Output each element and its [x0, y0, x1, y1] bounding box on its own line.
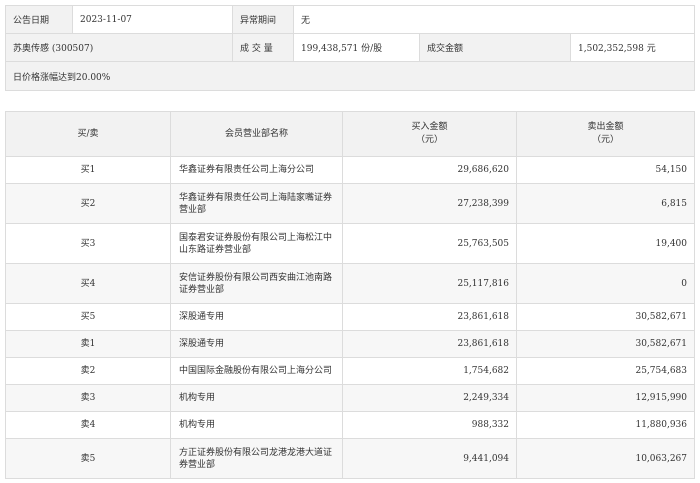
- summary-table: 公告日期 2023-11-07 异常期间 无 苏奥传感 (300507) 成 交…: [4, 5, 696, 91]
- row-buy-amount: 988,332: [342, 411, 517, 439]
- table-row: 卖4 机构专用 988,332 11,880,936: [5, 411, 695, 439]
- row-sell-amount: 6,815: [516, 183, 695, 224]
- row-broker: 华鑫证券有限责任公司上海陆家嘴证券营业部: [170, 183, 343, 224]
- row-sell-amount: 0: [516, 263, 695, 304]
- row-side: 买4: [5, 263, 171, 304]
- row-side: 买5: [5, 303, 171, 331]
- row-side: 卖4: [5, 411, 171, 439]
- abnormal-period-value: 无: [292, 5, 696, 34]
- row-side: 买2: [5, 183, 171, 224]
- row-broker: 机构专用: [170, 384, 343, 412]
- announce-date-label: 公告日期: [5, 5, 73, 34]
- row-sell-amount: 54,150: [516, 156, 695, 184]
- row-buy-amount: 27,238,399: [342, 183, 517, 224]
- row-sell-amount: 30,582,671: [516, 303, 695, 331]
- amount-value: 1,502,352,598 元: [569, 33, 696, 62]
- row-broker: 国泰君安证券股份有限公司上海松江中山东路证券营业部: [170, 223, 343, 264]
- row-side: 卖5: [5, 438, 171, 479]
- table-row: 买1 华鑫证券有限责任公司上海分公司 29,686,620 54,150: [5, 156, 695, 184]
- row-sell-amount: 30,582,671: [516, 330, 695, 358]
- row-buy-amount: 29,686,620: [342, 156, 517, 184]
- broker-table: 买/卖 会员营业部名称 买入金额 （元） 卖出金额 （元） 买1 华鑫证券有限责任公…: [5, 111, 695, 479]
- row-side: 卖1: [5, 330, 171, 358]
- row-buy-amount: 2,249,334: [342, 384, 517, 412]
- abnormal-reason: 日价格涨幅达到20.00%: [4, 61, 696, 91]
- row-side: 买1: [5, 156, 171, 184]
- row-side: 买3: [5, 223, 171, 264]
- row-broker: 华鑫证券有限责任公司上海分公司: [170, 156, 343, 184]
- volume-value: 199,438,571 份/股: [293, 33, 420, 62]
- row-sell-amount: 12,915,990: [516, 384, 695, 412]
- amount-label: 成交金额: [419, 33, 571, 62]
- row-broker: 安信证券股份有限公司西安曲江池南路证券营业部: [170, 263, 343, 304]
- row-sell-amount: 11,880,936: [516, 411, 695, 439]
- row-side: 卖2: [5, 357, 171, 385]
- table-row: 买2 华鑫证券有限责任公司上海陆家嘴证券营业部 27,238,399 6,815: [5, 183, 695, 224]
- row-broker: 机构专用: [170, 411, 343, 439]
- row-broker: 方正证券股份有限公司龙港龙港大道证券营业部: [170, 438, 343, 479]
- table-row: 卖1 深股通专用 23,861,618 30,582,671: [5, 330, 695, 358]
- row-sell-amount: 19,400: [516, 223, 695, 264]
- table-header-row: 买/卖 会员营业部名称 买入金额 （元） 卖出金额 （元）: [5, 111, 695, 157]
- table-row: 卖3 机构专用 2,249,334 12,915,990: [5, 384, 695, 412]
- row-sell-amount: 25,754,683: [516, 357, 695, 385]
- row-buy-amount: 9,441,094: [342, 438, 517, 479]
- row-buy-amount: 25,763,505: [342, 223, 517, 264]
- row-buy-amount: 23,861,618: [342, 303, 517, 331]
- announce-date-value: 2023-11-07: [72, 5, 233, 34]
- volume-label: 成 交 量: [232, 33, 294, 62]
- header-sell: 卖出金额 （元）: [516, 111, 695, 157]
- abnormal-period-label: 异常期间: [232, 5, 294, 34]
- row-broker: 深股通专用: [170, 330, 343, 358]
- stock-name: 苏奥传感 (300507): [5, 33, 233, 62]
- table-row: 买4 安信证券股份有限公司西安曲江池南路证券营业部 25,117,816 0: [5, 263, 695, 304]
- row-buy-amount: 25,117,816: [342, 263, 517, 304]
- row-buy-amount: 1,754,682: [342, 357, 517, 385]
- row-sell-amount: 10,063,267: [516, 438, 695, 479]
- row-broker: 中国国际金融股份有限公司上海分公司: [170, 357, 343, 385]
- row-broker: 深股通专用: [170, 303, 343, 331]
- row-side: 卖3: [5, 384, 171, 412]
- header-side: 买/卖: [5, 111, 171, 157]
- table-row: 买3 国泰君安证券股份有限公司上海松江中山东路证券营业部 25,763,505 …: [5, 223, 695, 264]
- header-broker: 会员营业部名称: [170, 111, 343, 157]
- header-buy: 买入金额 （元）: [342, 111, 517, 157]
- table-row: 卖2 中国国际金融股份有限公司上海分公司 1,754,682 25,754,68…: [5, 357, 695, 385]
- table-row: 买5 深股通专用 23,861,618 30,582,671: [5, 303, 695, 331]
- row-buy-amount: 23,861,618: [342, 330, 517, 358]
- table-row: 卖5 方正证券股份有限公司龙港龙港大道证券营业部 9,441,094 10,06…: [5, 438, 695, 479]
